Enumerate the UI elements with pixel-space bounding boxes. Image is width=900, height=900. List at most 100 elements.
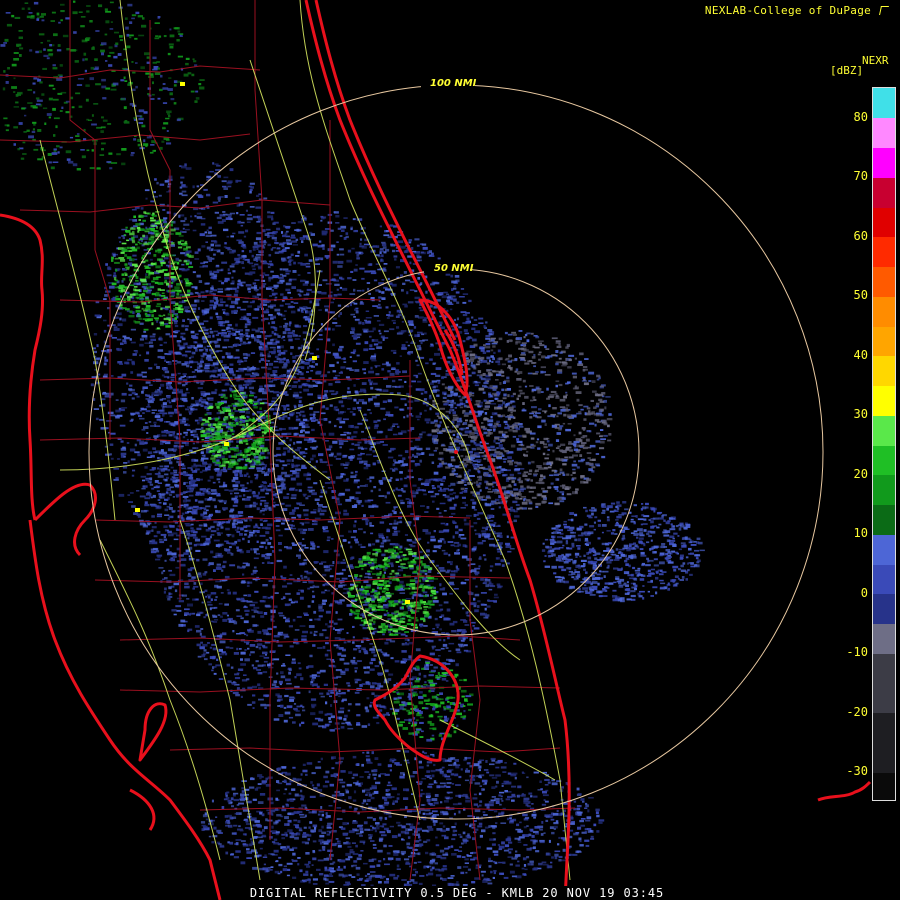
radar-echo-pixel	[156, 506, 162, 509]
radar-echo-pixel	[285, 235, 291, 238]
radar-echo-pixel	[310, 370, 314, 372]
radar-echo-pixel	[338, 716, 343, 720]
radar-echo-pixel	[456, 317, 459, 321]
radar-echo-pixel	[144, 497, 151, 500]
radar-echo-pixel	[140, 207, 144, 210]
radar-echo-pixel	[243, 620, 249, 624]
radar-echo-pixel	[319, 495, 323, 498]
radar-echo-pixel	[314, 561, 318, 564]
radar-echo-pixel	[253, 241, 258, 245]
radar-echo-pixel	[185, 443, 189, 447]
radar-echo-pixel	[428, 453, 435, 456]
radar-echo-pixel	[180, 564, 186, 567]
radar-echo-pixel	[399, 580, 404, 584]
radar-echo-pixel	[283, 706, 287, 709]
radar-echo-pixel	[459, 491, 463, 494]
radar-echo-pixel	[411, 476, 414, 479]
radar-echo-pixel	[374, 424, 379, 427]
radar-echo-pixel	[166, 405, 173, 408]
radar-echo-pixel	[202, 340, 207, 344]
radar-echo-pixel	[149, 483, 154, 486]
radar-echo-pixel	[358, 558, 362, 561]
radar-echo-pixel	[478, 565, 481, 568]
radar-echo-pixel	[350, 471, 354, 474]
radar-echo-pixel	[210, 525, 215, 529]
radar-echo-pixel	[402, 490, 406, 493]
radar-echo-pixel	[95, 417, 99, 421]
radar-echo-pixel	[293, 261, 296, 265]
radar-echo-pixel	[296, 502, 302, 505]
radar-echo-pixel	[414, 238, 420, 241]
radar-echo-pixel	[232, 519, 236, 523]
radar-echo-pixel	[343, 361, 347, 363]
radar-echo-pixel	[122, 318, 127, 322]
radar-echo-pixel	[249, 188, 253, 191]
radar-echo-pixel	[339, 253, 345, 256]
radar-echo-pixel	[167, 530, 172, 534]
radar-echo-pixel	[453, 318, 456, 322]
radar-echo-pixel	[262, 229, 266, 233]
radar-echo-pixel	[355, 310, 359, 314]
radar-echo-pixel	[370, 685, 375, 689]
radar-echo-pixel	[240, 695, 243, 698]
radar-echo-pixel	[123, 471, 127, 474]
radar-echo-pixel	[224, 280, 228, 283]
radar-echo-pixel	[463, 649, 469, 652]
radar-echo-pixel	[162, 405, 167, 408]
radar-echo-pixel	[315, 363, 318, 366]
radar-echo-pixel	[342, 559, 345, 561]
radar-echo-pixel	[207, 594, 212, 596]
radar-echo-pixel	[420, 505, 425, 507]
radar-echo-pixel	[93, 350, 97, 354]
radar-echo-pixel	[356, 722, 361, 724]
radar-echo-pixel	[287, 417, 291, 420]
radar-echo-pixel	[213, 619, 219, 621]
radar-echo-pixel	[422, 529, 429, 532]
radar-echo-pixel	[387, 277, 390, 281]
radar-echo-pixel	[257, 664, 264, 667]
radar-echo-pixel	[281, 522, 285, 525]
radar-echo-pixel	[355, 470, 358, 473]
radar-echo-pixel	[222, 560, 227, 564]
radar-echo-pixel	[186, 438, 189, 441]
radar-echo-pixel	[477, 470, 480, 473]
radar-echo-pixel	[515, 427, 520, 431]
radar-echo-pixel	[311, 678, 315, 682]
radar-echo-pixel	[253, 550, 257, 554]
radar-echo-pixel	[402, 457, 406, 460]
radar-echo-pixel	[299, 290, 304, 293]
radar-echo-pixel	[356, 254, 360, 257]
radar-echo-pixel	[298, 667, 302, 670]
radar-echo-pixel	[145, 398, 151, 400]
radar-echo-pixel	[157, 409, 164, 412]
radar-echo-pixel	[260, 703, 267, 707]
radar-echo-pixel	[201, 457, 205, 460]
radar-echo-pixel	[202, 265, 208, 268]
radar-echo-pixel	[210, 592, 217, 595]
radar-echo-pixel	[340, 229, 345, 232]
radar-echo-pixel	[347, 249, 352, 253]
radar-echo-pixel	[337, 652, 342, 656]
radar-echo-pixel	[294, 338, 300, 340]
radar-echo-pixel	[501, 564, 505, 567]
radar-echo-pixel	[302, 581, 307, 583]
radar-echo-pixel	[268, 351, 273, 353]
radar-echo-pixel	[168, 350, 173, 354]
radar-echo-pixel	[432, 434, 438, 438]
radar-echo-pixel	[347, 709, 351, 712]
radar-echo-pixel	[118, 268, 121, 270]
radar-echo-pixel	[432, 363, 436, 365]
radar-echo-pixel	[345, 232, 349, 235]
radar-echo-pixel	[368, 292, 371, 295]
radar-map[interactable]: 50 NMI 100 NMI	[0, 0, 900, 900]
radar-echo-pixel	[265, 531, 270, 535]
radar-echo-pixel	[431, 485, 435, 487]
radar-echo-pixel	[227, 591, 231, 595]
radar-echo-pixel	[215, 299, 219, 303]
radar-echo-pixel	[261, 348, 267, 351]
radar-echo-pixel	[372, 543, 375, 546]
radar-echo-pixel	[157, 513, 163, 516]
radar-echo-pixel	[387, 370, 391, 373]
radar-echo-pixel	[335, 325, 342, 327]
radar-echo-pixel	[184, 424, 187, 426]
